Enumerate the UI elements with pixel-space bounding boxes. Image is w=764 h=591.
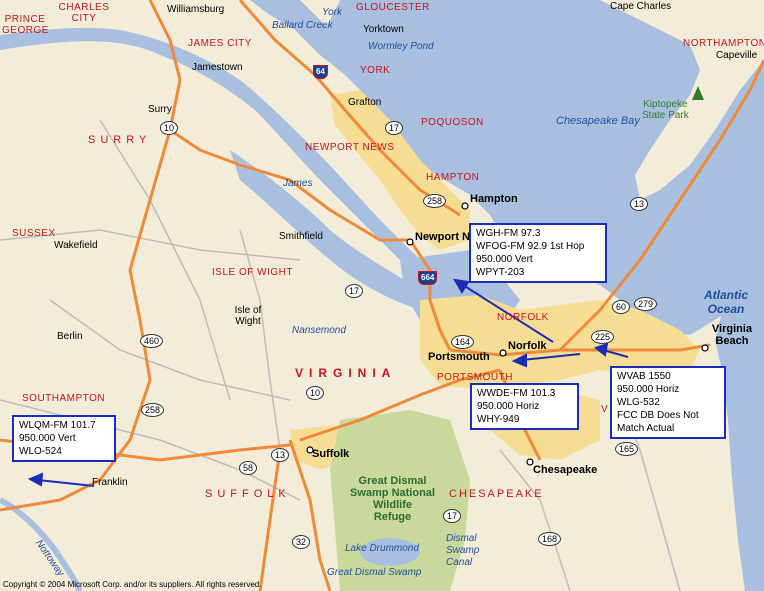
callout-wwde-fm: WWDE-FM 101.3 950.000 Horiz WHY-949	[470, 383, 579, 430]
refuge-line3: Wildlife	[372, 499, 412, 511]
route-shield-13-shore: 13	[630, 197, 649, 211]
route-shield-165: 165	[615, 442, 639, 456]
county-hampton: HAMPTON	[426, 172, 480, 183]
route-shield-168: 168	[538, 532, 562, 546]
place-hampton: Hampton	[470, 193, 518, 205]
callout-wgh-fm: WGH-FM 97.3 WFOG-FM 92.9 1st Hop 950.000…	[469, 223, 607, 283]
county-portsmouth: PORTSMOUTH	[437, 372, 513, 383]
callout-wvab-line1: WVAB 1550	[617, 371, 671, 382]
state-label-virginia: VIRGINIA	[295, 366, 397, 380]
callout-wlqm-fm: WLQM-FM 101.7 950.000 Vert WLO-524	[12, 415, 116, 462]
route-shield-10-surry: 10	[160, 121, 179, 135]
place-jamestown: Jamestown	[192, 62, 243, 73]
callout-wwde-line3: WHY-949	[477, 414, 520, 425]
refuge-line1: Great Dismal	[358, 475, 427, 487]
county-charles-city: CHARLES CITY	[58, 2, 110, 24]
water-york: York	[322, 7, 343, 18]
place-smithfield: Smithfield	[279, 231, 323, 242]
ocean-label: Atlantic Ocean	[704, 288, 748, 316]
interstate-664-shield: 664	[418, 271, 438, 285]
copyright-text: Copyright © 2004 Microsoft Corp. and/or …	[3, 580, 262, 589]
callout-wlqm-line2: 950.000 Vert	[19, 433, 76, 444]
water-wormley-pond: Wormley Pond	[368, 41, 434, 52]
county-gloucester: GLOUCESTER	[356, 2, 430, 13]
place-franklin: Franklin	[92, 477, 128, 488]
map[interactable]: Williamsburg Yorktown Jamestown Surry Gr…	[0, 0, 764, 591]
interstate-64-shield: 64	[313, 65, 328, 79]
route-shield-225: 225	[591, 330, 615, 344]
county-sussex: SUSSEX	[12, 228, 56, 239]
route-shield-17-chesapeake: 17	[443, 509, 462, 523]
route-shield-164: 164	[451, 335, 475, 349]
water-lake-drummond: Lake Drummond	[345, 543, 419, 554]
county-norfolk: NORFOLK	[497, 312, 549, 323]
park-kiptopeke: Kiptopeke State Park	[642, 99, 689, 121]
county-prince-george: PRINCE GEORGE	[2, 14, 49, 36]
callout-wwde-line2: 950.000 Horiz	[477, 401, 540, 412]
county-suffolk: SUFFOLK	[205, 488, 291, 500]
ocean-label-line2: Ocean	[707, 302, 745, 316]
county-v: V	[601, 404, 609, 415]
callout-wvab-line5: Match Actual	[617, 423, 675, 434]
callout-wgh-line1: WGH-FM 97.3	[476, 228, 541, 239]
park-kiptopeke-line1: Kiptopeke	[643, 99, 688, 110]
water-ballard-creek: Ballard Creek	[272, 20, 333, 31]
route-shield-460: 460	[140, 334, 164, 348]
county-chesapeake: CHESAPEAKE	[449, 488, 544, 500]
place-williamsburg: Williamsburg	[167, 4, 225, 15]
route-shield-13-suffolk: 13	[271, 448, 290, 462]
place-portsmouth: Portsmouth	[428, 351, 490, 363]
refuge-label: Great Dismal Swamp National Wildlife Ref…	[350, 475, 435, 523]
callout-wgh-line3: 950.000 Vert	[476, 254, 533, 265]
callout-wlqm-line1: WLQM-FM 101.7	[19, 420, 96, 431]
place-yorktown: Yorktown	[363, 24, 404, 35]
water-dismal-swamp-canal: Dismal Swamp Canal	[446, 533, 480, 568]
callout-wvab-line3: WLG-532	[617, 397, 660, 408]
water-chesapeake-bay: Chesapeake Bay	[556, 115, 640, 127]
place-berlin: Berlin	[57, 331, 83, 342]
route-shield-279: 279	[634, 297, 658, 311]
route-shield-10-suffolk: 10	[306, 386, 325, 400]
route-shield-58: 58	[239, 461, 258, 475]
place-grafton: Grafton	[348, 97, 382, 108]
park-kiptopeke-line2: State Park	[642, 110, 689, 121]
water-great-dismal-swamp: Great Dismal Swamp	[327, 567, 422, 578]
callout-wvab: WVAB 1550 950.000 Horiz WLG-532 FCC DB D…	[610, 366, 726, 439]
place-cape-charles: Cape Charles	[610, 1, 672, 12]
refuge-line4: Refuge	[373, 511, 412, 523]
county-isle-of-wight: ISLE OF WIGHT	[212, 267, 293, 278]
place-chesapeake: Chesapeake	[533, 464, 598, 476]
callout-wlqm-line3: WLO-524	[19, 446, 62, 457]
water-james: James	[283, 178, 313, 189]
place-newport-news: Newport N	[415, 231, 470, 243]
place-isle-of-wight: Isle of Wight	[234, 305, 262, 327]
callout-wvab-line4: FCC DB Does Not	[617, 410, 699, 421]
county-york: YORK	[360, 65, 391, 76]
place-wakefield: Wakefield	[54, 240, 98, 251]
water-nansemond: Nansemond	[292, 325, 346, 336]
route-shield-60: 60	[612, 300, 631, 314]
callout-wvab-line2: 950.000 Horiz	[617, 384, 680, 395]
callout-wgh-line4: WPYT-203	[476, 267, 525, 278]
county-southampton: SOUTHAMPTON	[22, 393, 106, 404]
refuge-line2: Swamp National	[350, 487, 435, 499]
place-suffolk: Suffolk	[312, 448, 350, 460]
county-newport-news: NEWPORT NEWS	[305, 142, 395, 153]
county-surry: SURRY	[88, 134, 152, 146]
ocean-label-line1: Atlantic	[704, 288, 749, 302]
county-james-city: JAMES CITY	[188, 38, 252, 49]
route-shield-17-york: 17	[385, 121, 404, 135]
place-capeville: Capeville	[716, 50, 758, 61]
place-surry: Surry	[148, 104, 172, 115]
county-northampton: NORTHAMPTON	[683, 38, 764, 49]
route-shield-258-south: 258	[141, 403, 165, 417]
route-shield-258-hampton: 258	[423, 194, 447, 208]
route-shield-32: 32	[292, 535, 311, 549]
callout-wgh-line2: WFOG-FM 92.9 1st Hop	[476, 241, 585, 252]
callout-wwde-line1: WWDE-FM 101.3	[477, 388, 556, 399]
place-virginia-beach: Virginia Beach	[711, 323, 753, 347]
place-norfolk: Norfolk	[508, 340, 547, 352]
county-poquoson: POQUOSON	[421, 117, 484, 128]
route-shield-17-isle: 17	[345, 284, 364, 298]
